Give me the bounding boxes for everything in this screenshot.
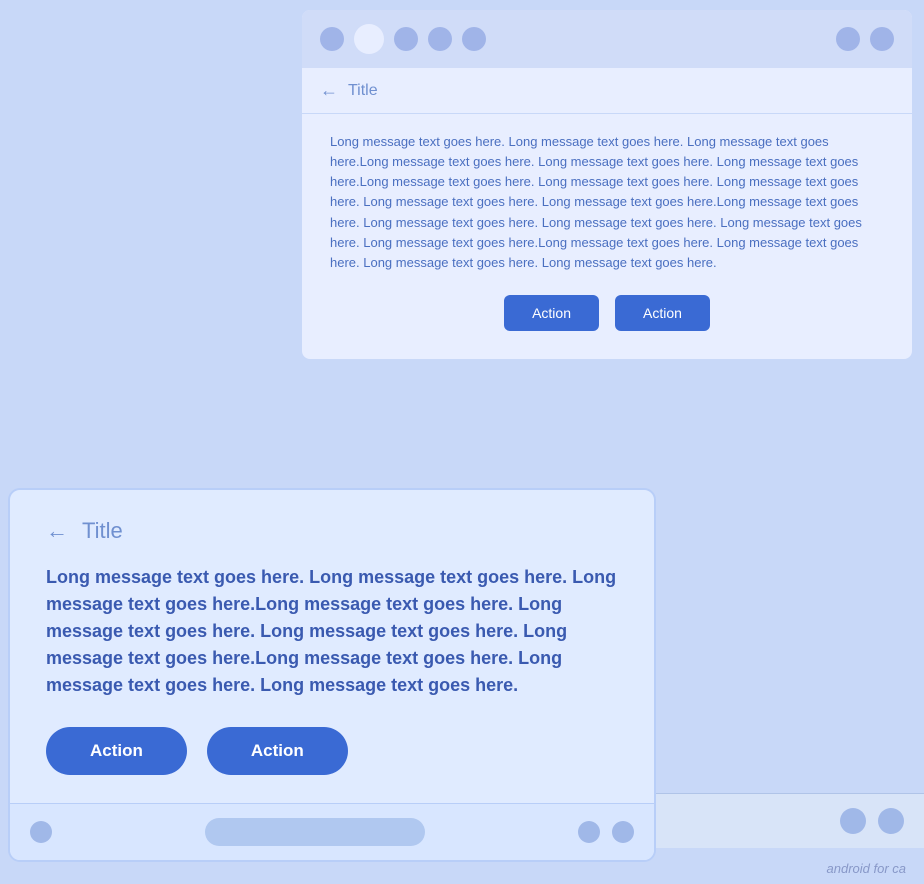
right-dot-2	[878, 808, 904, 834]
status-dot-1	[320, 27, 344, 51]
right-overlay	[656, 793, 924, 848]
bottom-card-title: Title	[82, 518, 123, 544]
right-dot-1	[840, 808, 866, 834]
status-dot-r2	[870, 27, 894, 51]
nav-right	[578, 821, 634, 843]
bottom-titlebar: ← Title	[46, 518, 618, 544]
bottom-action-button-1[interactable]: Action	[46, 727, 187, 775]
top-statusbar	[302, 10, 912, 68]
top-action-button-1[interactable]: Action	[504, 295, 599, 331]
nav-dot-r2	[612, 821, 634, 843]
top-card-body: Long message text goes here. Long messag…	[302, 114, 912, 359]
nav-dot-r1	[578, 821, 600, 843]
bottom-message-text: Long message text goes here. Long messag…	[46, 564, 618, 699]
top-titlebar: ← Title	[302, 68, 912, 114]
bottom-nav-bar	[10, 803, 654, 860]
statusbar-right	[836, 27, 894, 51]
status-dot-4	[428, 27, 452, 51]
nav-pill	[205, 818, 425, 846]
watermark: android for ca	[827, 861, 907, 876]
top-action-button-2[interactable]: Action	[615, 295, 710, 331]
top-message-text: Long message text goes here. Long messag…	[330, 132, 884, 273]
statusbar-left	[320, 24, 486, 54]
status-dot-5	[462, 27, 486, 51]
top-card-title: Title	[348, 82, 378, 100]
top-card: ← Title Long message text goes here. Lon…	[302, 10, 912, 359]
bottom-action-buttons: Action Action	[46, 727, 618, 775]
bottom-action-button-2[interactable]: Action	[207, 727, 348, 775]
bottom-card: ← Title Long message text goes here. Lon…	[8, 488, 656, 862]
bottom-back-arrow-icon[interactable]: ←	[46, 518, 68, 544]
top-action-buttons: Action Action	[330, 295, 884, 331]
status-dot-2	[354, 24, 384, 54]
nav-dot-left	[30, 821, 52, 843]
bottom-card-inner: ← Title Long message text goes here. Lon…	[10, 490, 654, 803]
status-dot-r1	[836, 27, 860, 51]
back-arrow-icon[interactable]: ←	[320, 80, 338, 101]
status-dot-3	[394, 27, 418, 51]
